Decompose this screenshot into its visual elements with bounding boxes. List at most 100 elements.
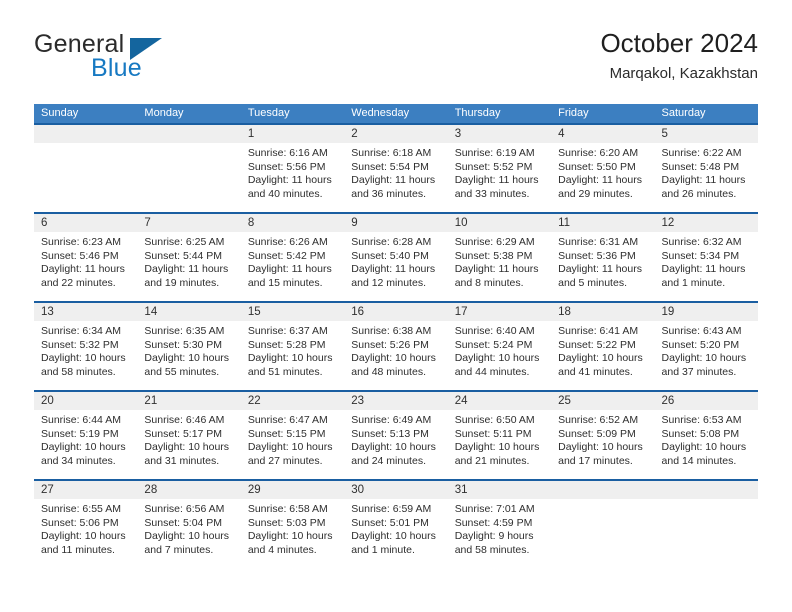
day-number: 23 [344,392,448,410]
sunset-text: Sunset: 5:26 PM [351,338,429,351]
day-number: 22 [240,392,345,410]
sunrise-text: Sunrise: 6:25 AM [144,236,225,248]
sunrise-text: Sunrise: 6:18 AM [351,147,432,159]
weekday-header-monday: Monday [144,107,184,119]
day-number: 19 [654,303,758,321]
day-cell[interactable]: 22 Sunrise: 6:47 AM Sunset: 5:15 PM Dayl… [240,392,345,479]
day-details: Sunrise: 6:41 AM Sunset: 5:22 PM Dayligh… [551,321,654,379]
day-cell[interactable]: 27 Sunrise: 6:55 AM Sunset: 5:06 PM Dayl… [34,481,138,568]
daylight-text: Daylight: 10 hours and 17 minutes. [558,441,643,467]
day-details: Sunrise: 6:18 AM Sunset: 5:54 PM Dayligh… [344,143,447,201]
day-number: 13 [34,303,138,321]
day-details [34,143,137,147]
day-cell[interactable]: 16 Sunrise: 6:38 AM Sunset: 5:26 PM Dayl… [344,303,448,390]
sunset-text: Sunset: 5:20 PM [661,338,740,351]
sunset-text: Sunset: 5:06 PM [41,516,119,529]
sunset-text: Sunset: 5:54 PM [351,160,429,173]
day-cell[interactable]: 7 Sunrise: 6:25 AM Sunset: 5:44 PM Dayli… [137,214,241,301]
daylight-text: Daylight: 10 hours and 11 minutes. [41,530,126,556]
sunset-text: Sunset: 5:38 PM [454,249,533,262]
sunrise-text: Sunrise: 6:50 AM [454,414,535,426]
day-cell[interactable]: 14 Sunrise: 6:35 AM Sunset: 5:30 PM Dayl… [137,303,241,390]
day-cell[interactable]: 11 Sunrise: 6:31 AM Sunset: 5:36 PM Dayl… [551,214,655,301]
day-cell[interactable]: 4 Sunrise: 6:20 AM Sunset: 5:50 PM Dayli… [551,125,655,212]
sunset-text: Sunset: 5:50 PM [558,160,636,173]
day-cell[interactable]: 3 Sunrise: 6:19 AM Sunset: 5:52 PM Dayli… [447,125,552,212]
sunset-text: Sunset: 5:08 PM [661,427,740,440]
sunset-text: Sunset: 5:48 PM [661,160,740,173]
day-cell[interactable]: 25 Sunrise: 6:52 AM Sunset: 5:09 PM Dayl… [551,392,655,479]
sunrise-text: Sunrise: 6:56 AM [144,503,225,515]
sunset-text: Sunset: 5:40 PM [351,249,429,262]
day-cell[interactable]: 23 Sunrise: 6:49 AM Sunset: 5:13 PM Dayl… [344,392,448,479]
day-cell[interactable]: 13 Sunrise: 6:34 AM Sunset: 5:32 PM Dayl… [34,303,138,390]
day-cell[interactable]: 26 Sunrise: 6:53 AM Sunset: 5:08 PM Dayl… [654,392,758,479]
daylight-text: Daylight: 10 hours and 27 minutes. [247,441,333,467]
daylight-text: Daylight: 11 hours and 19 minutes. [144,263,229,289]
daylight-text: Daylight: 11 hours and 5 minutes. [558,263,642,289]
day-details: Sunrise: 6:34 AM Sunset: 5:32 PM Dayligh… [34,321,137,379]
day-number: 15 [240,303,345,321]
day-cell[interactable]: 29 Sunrise: 6:58 AM Sunset: 5:03 PM Dayl… [240,481,345,568]
calendar-grid: Sunday Monday Tuesday Wednesday Thursday… [34,104,758,568]
daylight-text: Daylight: 11 hours and 29 minutes. [558,174,642,200]
day-cell[interactable]: 6 Sunrise: 6:23 AM Sunset: 5:46 PM Dayli… [34,214,138,301]
sunset-text: Sunset: 5:17 PM [144,427,223,440]
sunset-text: Sunset: 5:28 PM [247,338,326,351]
logo-text-blue: Blue [91,54,142,82]
day-cell[interactable]: 5 Sunrise: 6:22 AM Sunset: 5:48 PM Dayli… [654,125,758,212]
day-cell[interactable]: 24 Sunrise: 6:50 AM Sunset: 5:11 PM Dayl… [447,392,552,479]
day-cell[interactable]: 28 Sunrise: 6:56 AM Sunset: 5:04 PM Dayl… [137,481,241,568]
daylight-text: Daylight: 11 hours and 8 minutes. [454,263,539,289]
sunset-text: Sunset: 5:36 PM [558,249,636,262]
sunrise-text: Sunrise: 6:59 AM [351,503,432,515]
day-details: Sunrise: 6:22 AM Sunset: 5:48 PM Dayligh… [655,143,758,201]
daylight-text: Daylight: 10 hours and 44 minutes. [454,352,540,378]
daylight-text: Daylight: 11 hours and 26 minutes. [661,174,746,200]
day-cell[interactable]: 17 Sunrise: 6:40 AM Sunset: 5:24 PM Dayl… [447,303,552,390]
week-row: 20 Sunrise: 6:44 AM Sunset: 5:19 PM Dayl… [34,390,758,479]
weekday-header-tuesday: Tuesday [247,107,290,119]
sunset-text: Sunset: 5:11 PM [454,427,532,440]
general-blue-logo: General Blue [34,28,264,88]
day-cell[interactable]: 31 Sunrise: 7:01 AM Sunset: 4:59 PM Dayl… [447,481,552,568]
daylight-text: Daylight: 10 hours and 41 minutes. [558,352,643,378]
day-details [655,499,758,503]
day-cell[interactable]: 18 Sunrise: 6:41 AM Sunset: 5:22 PM Dayl… [551,303,655,390]
day-cell[interactable]: 10 Sunrise: 6:29 AM Sunset: 5:38 PM Dayl… [447,214,552,301]
day-number: 4 [551,125,655,143]
daylight-text: Daylight: 10 hours and 51 minutes. [247,352,333,378]
sunrise-text: Sunrise: 6:16 AM [247,147,328,159]
day-cell[interactable]: 19 Sunrise: 6:43 AM Sunset: 5:20 PM Dayl… [654,303,758,390]
day-cell[interactable] [654,481,758,568]
sunset-text: Sunset: 4:59 PM [454,516,533,529]
page-header: General Blue October 2024 Marqakol, Kaza… [34,28,758,90]
sunrise-text: Sunrise: 6:43 AM [661,325,742,337]
day-cell[interactable]: 1 Sunrise: 6:16 AM Sunset: 5:56 PM Dayli… [240,125,345,212]
day-details: Sunrise: 6:25 AM Sunset: 5:44 PM Dayligh… [137,232,240,290]
sunrise-text: Sunrise: 6:52 AM [558,414,639,426]
day-cell[interactable]: 21 Sunrise: 6:46 AM Sunset: 5:17 PM Dayl… [137,392,241,479]
day-cell[interactable]: 2 Sunrise: 6:18 AM Sunset: 5:54 PM Dayli… [344,125,448,212]
day-details: Sunrise: 6:55 AM Sunset: 5:06 PM Dayligh… [34,499,137,557]
day-cell[interactable]: 9 Sunrise: 6:28 AM Sunset: 5:40 PM Dayli… [344,214,448,301]
day-cell[interactable] [34,125,138,212]
day-number: 24 [447,392,552,410]
sunset-text: Sunset: 5:56 PM [247,160,326,173]
day-number: 30 [344,481,448,499]
day-details: Sunrise: 6:46 AM Sunset: 5:17 PM Dayligh… [137,410,240,468]
day-number: 25 [551,392,655,410]
day-details [551,499,654,503]
day-cell[interactable]: 12 Sunrise: 6:32 AM Sunset: 5:34 PM Dayl… [654,214,758,301]
day-details: Sunrise: 6:29 AM Sunset: 5:38 PM Dayligh… [448,232,551,290]
day-cell[interactable]: 15 Sunrise: 6:37 AM Sunset: 5:28 PM Dayl… [240,303,345,390]
day-cell[interactable]: 30 Sunrise: 6:59 AM Sunset: 5:01 PM Dayl… [344,481,448,568]
day-details: Sunrise: 6:19 AM Sunset: 5:52 PM Dayligh… [448,143,551,201]
day-number: 11 [551,214,655,232]
day-cell[interactable]: 20 Sunrise: 6:44 AM Sunset: 5:19 PM Dayl… [34,392,138,479]
day-number: 8 [240,214,345,232]
day-number: 31 [447,481,552,499]
day-cell[interactable]: 8 Sunrise: 6:26 AM Sunset: 5:42 PM Dayli… [240,214,345,301]
day-cell[interactable] [137,125,241,212]
day-cell[interactable] [551,481,655,568]
